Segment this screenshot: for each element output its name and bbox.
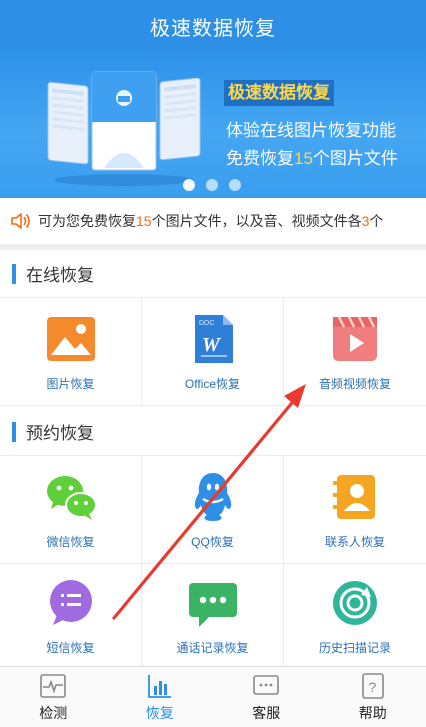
bottom-tab-bar: 检测 恢复 客服 ? 帮助 (0, 666, 426, 727)
notice-number-1: 15 (136, 213, 152, 229)
tab-detect[interactable]: 检测 (0, 667, 107, 727)
sms-recovery-label: 短信恢复 (46, 640, 95, 655)
section-accent-bar (12, 263, 16, 284)
appointment-recovery-header: 预约恢复 (0, 408, 426, 456)
tab-service-label: 客服 (252, 704, 281, 721)
svg-text:?: ? (368, 679, 376, 695)
contacts-recovery-label: 联系人恢复 (324, 535, 385, 549)
office-recovery-label: Office恢复 (184, 377, 241, 391)
notice-number-2: 3 (361, 213, 370, 229)
online-recovery-title: 在线恢复 (26, 266, 94, 285)
history-scan-button[interactable]: 历史扫描记录 (284, 564, 426, 666)
wechat-recovery-label: 微信恢复 (46, 535, 95, 549)
qq-recovery-button[interactable]: QQ恢复 (142, 456, 284, 563)
notice-middle: 个图片文件，以及音、视频文件各 (151, 213, 362, 229)
tab-detect-label: 检测 (39, 704, 68, 721)
app-title: 极速数据恢复 (150, 17, 276, 40)
banner-line-2-number: 15 (294, 149, 313, 168)
wechat-recovery-button[interactable]: 微信恢复 (0, 456, 142, 563)
carousel-dot[interactable] (183, 179, 195, 191)
banner-title: 极速数据恢复 (224, 80, 334, 106)
appointment-recovery-title: 预约恢复 (26, 424, 94, 443)
svg-text:DOC: DOC (199, 320, 215, 327)
qq-icon (194, 473, 231, 521)
notice-prefix: 可为您免费恢复 (38, 213, 136, 229)
carousel-dots[interactable] (183, 179, 241, 191)
wechat-icon (46, 476, 97, 520)
pulse-icon (40, 673, 67, 698)
qq-recovery-label: QQ恢复 (191, 535, 234, 549)
office-recovery-button[interactable]: DOC W Office恢复 (142, 298, 284, 405)
free-recovery-notice: 可为您免费恢复 15 个图片文件，以及音、视频文件各 3 个 (0, 198, 426, 244)
appointment-grid-row-1: 微信恢复 QQ恢复 联系人恢复 (0, 456, 426, 564)
app-header: 极速数据恢复 (0, 0, 426, 52)
tab-recover-label: 恢复 (145, 704, 174, 721)
banner-line-2-suffix: 个图片文件 (312, 149, 398, 168)
appointment-grid-row-2: 短信恢复 通话记录恢复 历史扫描记录 (0, 564, 426, 666)
av-recovery-button[interactable]: 音频视频恢复 (284, 298, 426, 405)
history-scan-icon (333, 580, 377, 625)
tab-help[interactable]: ? 帮助 (320, 667, 426, 727)
chat-icon (253, 674, 280, 695)
tab-service[interactable]: 客服 (213, 667, 320, 727)
image-recovery-label: 图片恢复 (46, 377, 95, 391)
banner-line-2: 免费恢复15个图片文件 (226, 144, 398, 169)
carousel-dot[interactable] (229, 179, 241, 191)
online-recovery-header: 在线恢复 (0, 250, 426, 298)
image-recovery-button[interactable]: 图片恢复 (0, 298, 142, 405)
section-accent-bar (12, 421, 16, 442)
contacts-icon (333, 475, 375, 519)
contacts-recovery-button[interactable]: 联系人恢复 (284, 456, 426, 563)
call-log-recovery-button[interactable]: 通话记录恢复 (142, 564, 284, 666)
video-icon (333, 316, 377, 361)
carousel-dot[interactable] (206, 179, 218, 191)
sms-recovery-button[interactable]: 短信恢复 (0, 564, 142, 666)
online-recovery-grid: 图片恢复 DOC W Office恢复 音频视频恢复 (0, 298, 426, 406)
svg-text:W: W (202, 334, 221, 356)
promo-banner[interactable]: 极速数据恢复 体验在线图片恢复功能 免费恢复15个图片文件 (0, 52, 426, 198)
image-icon (46, 317, 95, 361)
bar-chart-icon (147, 674, 171, 698)
sms-icon (49, 579, 92, 625)
help-icon: ? (361, 672, 384, 699)
banner-line-2-prefix: 免费恢复 (226, 149, 294, 168)
call-log-icon (188, 582, 237, 627)
phones-illustration-icon (47, 71, 201, 186)
av-recovery-label: 音频视频恢复 (318, 377, 391, 391)
notice-suffix: 个 (369, 213, 384, 229)
history-scan-label: 历史扫描记录 (318, 640, 391, 655)
tab-recover[interactable]: 恢复 (107, 667, 214, 727)
speaker-icon (11, 213, 30, 229)
word-doc-icon: DOC W (194, 315, 233, 363)
banner-line-1: 体验在线图片恢复功能 (226, 121, 396, 140)
tab-help-label: 帮助 (358, 704, 387, 721)
call-log-recovery-label: 通话记录恢复 (176, 640, 249, 655)
